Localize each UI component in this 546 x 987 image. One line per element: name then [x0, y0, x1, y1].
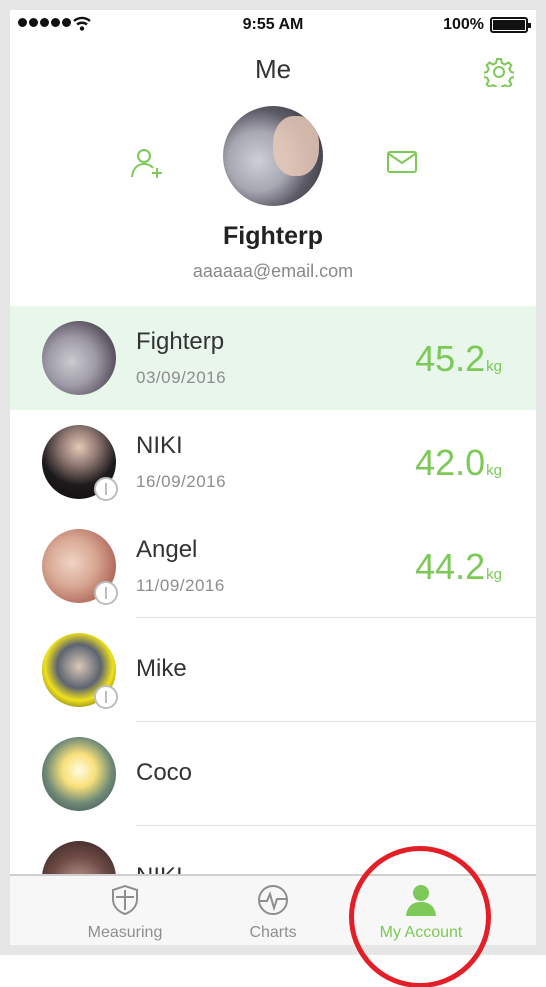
member-date: 11/09/2016	[136, 576, 225, 595]
tab-charts[interactable]: Charts	[198, 882, 348, 944]
avatar	[42, 529, 118, 605]
member-name: Angel	[136, 536, 198, 563]
weight-value: 42.0	[415, 442, 486, 483]
weight-unit: kg	[486, 358, 502, 375]
list-item[interactable]: Mike	[10, 618, 536, 722]
avatar	[42, 321, 116, 395]
member-date: 03/09/2016	[136, 368, 227, 387]
scale-badge-icon	[94, 477, 118, 501]
member-name: Coco	[136, 759, 193, 786]
scale-badge-icon	[94, 581, 118, 605]
member-date: 16/09/2016	[136, 472, 227, 491]
weight-value: 44.2	[415, 546, 486, 587]
list-item[interactable]: Angel 11/09/2016 44.2kg	[10, 514, 536, 618]
avatar	[42, 633, 118, 709]
mail-icon[interactable]	[386, 150, 418, 174]
profile-email: aaaaaa@email.com	[192, 261, 354, 281]
member-name: NIKI	[136, 432, 183, 459]
pulse-chart-icon	[258, 885, 288, 915]
list-item[interactable]: Fighterp 03/09/2016 45.2kg	[10, 306, 536, 410]
tab-measuring[interactable]: Measuring	[50, 882, 200, 944]
gear-icon[interactable]	[484, 57, 514, 87]
weight-unit: kg	[486, 462, 502, 479]
avatar	[42, 737, 116, 811]
phone-screen: 9:55 AM 100% Me Fighterp aaaaaa@email.co…	[10, 10, 536, 945]
tab-label: Charts	[249, 924, 297, 941]
weight-unit: kg	[486, 566, 502, 583]
tab-label: Measuring	[87, 924, 163, 941]
battery-percent: 100%	[443, 16, 484, 33]
avatar	[42, 425, 118, 501]
shield-icon	[112, 884, 138, 916]
status-bar: 9:55 AM 100%	[10, 10, 536, 40]
page-title: Me	[254, 54, 292, 84]
member-weight: 42.0kg	[415, 442, 502, 484]
member-weight: 45.2kg	[415, 338, 502, 380]
scale-badge-icon	[94, 685, 118, 709]
add-user-icon[interactable]	[130, 146, 164, 180]
member-name: Mike	[136, 655, 187, 682]
list-item[interactable]: NIKI 16/09/2016 42.0kg	[10, 410, 536, 514]
member-weight: 44.2kg	[415, 546, 502, 588]
profile-name: Fighterp	[223, 222, 323, 250]
annotation-circle	[349, 846, 491, 987]
battery-icon	[490, 17, 531, 33]
profile-avatar[interactable]	[223, 106, 323, 206]
member-name: Fighterp	[136, 328, 225, 355]
list-item[interactable]: Coco	[10, 722, 536, 826]
member-list: Fighterp 03/09/2016 45.2kg NIKI 16/09/20…	[10, 306, 536, 930]
weight-value: 45.2	[415, 338, 486, 379]
